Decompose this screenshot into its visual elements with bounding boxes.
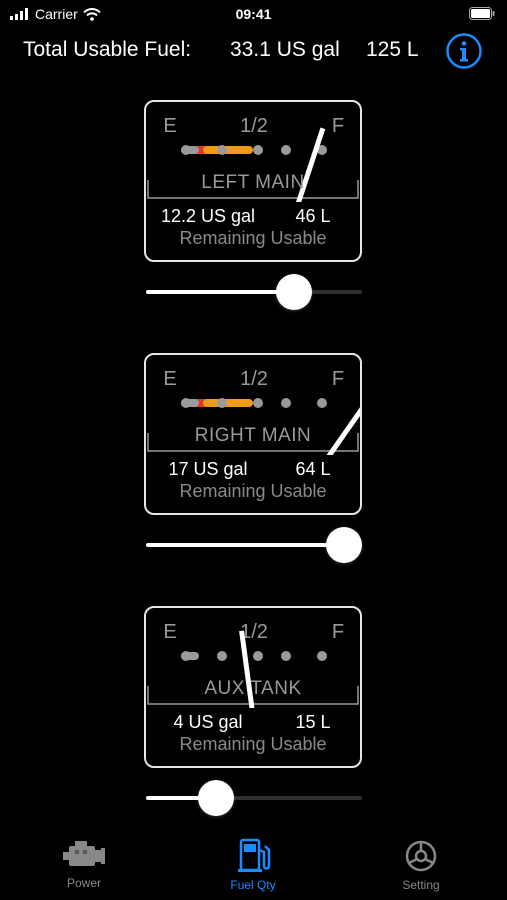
tick-dot (217, 651, 227, 661)
tank-slider-right-main[interactable] (146, 527, 362, 563)
fuel-pump-icon (238, 838, 271, 872)
slider-fill (146, 290, 294, 294)
tank-name: LEFT MAIN (201, 172, 305, 193)
scale-full-label: F (332, 115, 344, 137)
tank-liters: 15 L (295, 712, 331, 732)
tick-dot (253, 398, 263, 408)
info-icon[interactable] (445, 32, 483, 70)
tank-name: AUX TANK (204, 678, 302, 699)
status-time: 09:41 (235, 6, 272, 22)
tab-label: Power (66, 876, 101, 890)
tick-dot (217, 145, 227, 155)
slider-thumb[interactable] (198, 780, 235, 816)
tick-dot (181, 398, 191, 408)
tick-dot (253, 651, 263, 661)
slider-thumb[interactable] (275, 274, 312, 310)
tank-name: RIGHT MAIN (194, 425, 312, 446)
remaining-usable-label: Remaining Usable (179, 228, 327, 248)
tank-slider-aux-tank[interactable] (146, 780, 362, 816)
scale-half-label: 1/2 (240, 115, 268, 137)
tick-dot (181, 651, 191, 661)
tab-setting[interactable]: Setting (361, 838, 481, 892)
tank-slider-left-main[interactable] (146, 274, 362, 310)
tank-gauge-aux-tank: E 1/2 F AUX TANK 4 US gal 15 L Remaining… (144, 606, 362, 768)
scale-empty-label: E (163, 115, 176, 137)
total-fuel-header: Total Usable Fuel: 33.1 US gal 125 L (0, 33, 507, 69)
tab-power[interactable]: Power (24, 838, 144, 890)
engine-icon (63, 841, 105, 866)
total-fuel-gallons: 33.1 US gal (230, 38, 340, 61)
total-fuel-liters: 125 L (366, 38, 419, 61)
tab-fuel-qty[interactable]: Fuel Qty (193, 838, 313, 892)
gear-icon (405, 840, 437, 872)
scale-empty-label: E (163, 368, 176, 390)
tank-gauge-right-main: E 1/2 F RIGHT MAIN 17 US gal 64 L Remain… (144, 353, 362, 515)
scale-full-label: F (332, 368, 344, 390)
remaining-usable-label: Remaining Usable (179, 734, 327, 754)
scale-half-label: 1/2 (240, 368, 268, 390)
tank-gauge-left-main: E 1/2 F LEFT MAIN 12.2 US gal 46 L Remai… (144, 100, 362, 262)
scale-empty-label: E (163, 621, 176, 643)
tick-dot (281, 145, 291, 155)
tick-dot (317, 398, 327, 408)
tick-dot (281, 398, 291, 408)
tank-gallons: 17 US gal (168, 459, 248, 479)
tick-dot (181, 145, 191, 155)
tank-liters: 46 L (295, 206, 331, 226)
battery-icon (469, 7, 495, 20)
total-fuel-label: Total Usable Fuel: (23, 38, 192, 61)
slider-fill (146, 543, 344, 547)
tab-bar: Power Fuel Qty Setting (0, 838, 507, 900)
tab-label: Fuel Qty (230, 878, 276, 892)
remaining-usable-label: Remaining Usable (179, 481, 327, 501)
scale-full-label: F (332, 621, 344, 643)
tick-dot (281, 651, 291, 661)
slider-thumb[interactable] (326, 527, 362, 563)
tab-label: Setting (402, 878, 440, 892)
status-bar: Carrier 09:41 (0, 0, 507, 30)
tank-gallons: 4 US gal (173, 712, 243, 732)
tick-dot (253, 145, 263, 155)
tank-gallons: 12.2 US gal (160, 206, 256, 226)
tick-dot (317, 651, 327, 661)
tick-dot (217, 398, 227, 408)
tank-liters: 64 L (295, 459, 331, 479)
